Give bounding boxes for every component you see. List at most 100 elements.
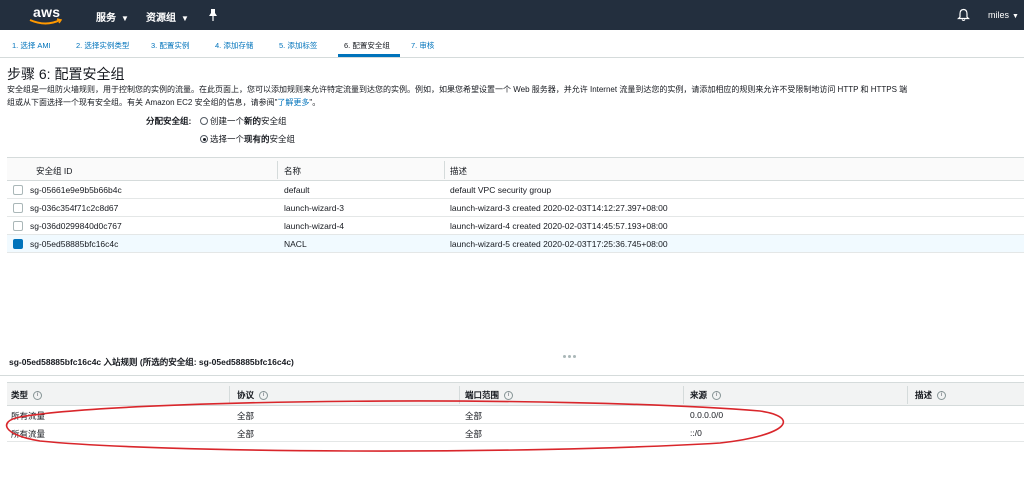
inbound-rules-title: sg-05ed58885bfc16c4c 入站规则 (所选的安全组: sg-05… <box>9 357 294 367</box>
option-create-pre: 创建一个 <box>210 116 245 126</box>
rule-type-cell: 所有流量 <box>11 411 46 421</box>
bell-icon[interactable] <box>957 8 970 22</box>
radio-create-new[interactable]: 创建一个 新的 安全组 <box>200 115 287 127</box>
table-header: 安全组 ID 名称 描述 <box>7 157 1024 181</box>
wizard-steps: 1. 选择 AMI 2. 选择实例类型 3. 配置实例 4. 添加存储 5. 添… <box>0 30 1024 58</box>
step-instance-type[interactable]: 2. 选择实例类型 <box>76 40 129 51</box>
step-add-storage[interactable]: 4. 添加存储 <box>215 40 253 51</box>
page-title: 步骤 6: 配置安全组 <box>7 66 125 82</box>
sg-id-cell: sg-05ed58885bfc16c4c <box>30 239 119 249</box>
sg-desc-cell: default VPC security group <box>450 185 552 195</box>
column-header-type: 类型 i <box>11 389 43 401</box>
sg-id-cell: sg-036c354f71c2c8d67 <box>30 203 119 213</box>
sg-name-cell: launch-wizard-3 <box>284 203 344 213</box>
step-choose-ami[interactable]: 1. 选择 AMI <box>12 40 51 51</box>
row-checkbox[interactable] <box>13 203 23 213</box>
rule-source-cell: 0.0.0.0/0 <box>690 410 724 420</box>
security-group-table: 安全组 ID 名称 描述 sg-05661e9e9b5b66b4c defaul… <box>7 157 1024 253</box>
table-header: 类型 i 协议 i 端口范围 i 来源 i 描述 i <box>7 382 1024 406</box>
table-row[interactable]: sg-036c354f71c2c8d67 launch-wizard-3 lau… <box>7 199 1024 217</box>
column-divider <box>229 386 230 404</box>
column-divider <box>683 386 684 404</box>
intro-line-1: 安全组是一组防火墙规则，用于控制您的实例的流量。在此页面上，您可以添加规则来允许… <box>7 85 908 94</box>
info-icon[interactable]: i <box>712 390 722 400</box>
step-security-group[interactable]: 6. 配置安全组 <box>344 40 390 51</box>
resource-groups-menu[interactable]: 资源组 ▼ <box>146 9 189 24</box>
info-icon[interactable]: i <box>33 390 43 400</box>
rule-type-cell: 所有流量 <box>11 429 46 439</box>
pin-icon[interactable] <box>207 8 219 22</box>
rule-protocol-cell: 全部 <box>237 411 255 421</box>
radio-button-checked[interactable] <box>200 135 208 143</box>
row-checkbox-checked[interactable] <box>13 239 23 249</box>
option-create-bold: 新的 <box>244 116 262 126</box>
user-menu[interactable]: miles ▼ <box>988 10 1019 20</box>
header-type-label: 类型 <box>11 390 29 400</box>
chevron-down-icon: ▼ <box>121 14 129 23</box>
rule-port-cell: 全部 <box>465 429 483 439</box>
info-icon[interactable]: i <box>937 390 947 400</box>
chevron-down-icon: ▼ <box>181 14 189 23</box>
step-add-tags[interactable]: 5. 添加标签 <box>279 40 317 51</box>
header-source-label: 来源 <box>690 390 708 400</box>
header-desc-label: 描述 <box>915 390 933 400</box>
sg-id-cell: sg-05661e9e9b5b66b4c <box>30 185 122 195</box>
info-icon[interactable]: i <box>504 390 514 400</box>
column-header-port-range: 端口范围 i <box>465 389 514 401</box>
chevron-down-icon: ▼ <box>1012 13 1019 20</box>
step-configure-instance[interactable]: 3. 配置实例 <box>151 40 189 51</box>
radio-select-existing[interactable]: 选择一个 现有的 安全组 <box>200 133 295 145</box>
option-select-post: 安全组 <box>269 134 296 144</box>
header-port-label: 端口范围 <box>465 390 500 400</box>
column-divider <box>459 386 460 404</box>
services-menu[interactable]: 服务 ▼ <box>96 9 129 24</box>
sg-desc-cell: launch-wizard-3 created 2020-02-03T14:12… <box>450 203 668 213</box>
column-header-description: 描述 i <box>915 389 947 401</box>
table-row[interactable]: sg-05661e9e9b5b66b4c default default VPC… <box>7 181 1024 199</box>
column-header-sg-id[interactable]: 安全组 ID <box>36 165 72 177</box>
table-row-selected[interactable]: sg-05ed58885bfc16c4c NACL launch-wizard-… <box>7 235 1024 253</box>
active-step-indicator <box>338 54 400 57</box>
sg-name-cell: launch-wizard-4 <box>284 221 344 231</box>
rule-protocol-cell: 全部 <box>237 429 255 439</box>
intro-line-2-prefix: 组或从下面选择一个现有安全组。有关 Amazon EC2 安全组的信息，请参阅" <box>7 98 278 107</box>
header-protocol-label: 协议 <box>237 390 255 400</box>
user-name: miles <box>988 10 1010 20</box>
table-row: 所有流量 全部 全部 ::/0 <box>7 424 1024 442</box>
column-header-protocol: 协议 i <box>237 389 269 401</box>
option-create-post: 安全组 <box>261 116 287 126</box>
sg-name-cell: NACL <box>284 239 307 249</box>
resource-groups-label: 资源组 <box>146 13 176 24</box>
services-label: 服务 <box>96 13 116 24</box>
column-divider <box>907 386 908 404</box>
divider <box>0 375 1024 376</box>
sg-desc-cell: launch-wizard-5 created 2020-02-03T17:25… <box>450 239 668 249</box>
option-select-bold: 现有的 <box>244 134 270 144</box>
smile-arrow-icon <box>29 18 63 25</box>
rule-port-cell: 全部 <box>465 411 483 421</box>
assign-security-group-label: 分配安全组: <box>146 116 192 126</box>
table-row: 所有流量 全部 全部 0.0.0.0/0 <box>7 406 1024 424</box>
column-divider <box>277 161 278 179</box>
intro-line-2-suffix: "。 <box>309 98 321 107</box>
column-header-name[interactable]: 名称 <box>284 165 301 177</box>
step-review[interactable]: 7. 审核 <box>411 40 434 51</box>
column-header-source: 来源 i <box>690 389 722 401</box>
learn-more-link[interactable]: 了解更多 <box>277 98 309 107</box>
panel-resize-handle[interactable] <box>563 350 579 358</box>
column-divider <box>444 161 445 179</box>
option-select-pre: 选择一个 <box>210 134 245 144</box>
radio-button[interactable] <box>200 117 208 125</box>
row-checkbox[interactable] <box>13 185 23 195</box>
intro-line-2: 组或从下面选择一个现有安全组。有关 Amazon EC2 安全组的信息，请参阅"… <box>7 96 1024 109</box>
info-icon[interactable]: i <box>259 390 269 400</box>
rule-source-cell: ::/0 <box>690 428 702 438</box>
sg-id-cell: sg-036d0299840d0c767 <box>30 221 122 231</box>
column-header-description[interactable]: 描述 <box>450 165 467 177</box>
top-navigation-bar: aws 服务 ▼ 资源组 ▼ miles ▼ <box>0 0 1024 30</box>
inbound-rules-table: 类型 i 协议 i 端口范围 i 来源 i 描述 i 所有流量 全部 全部 0.0.0.0… <box>7 382 1024 442</box>
row-checkbox[interactable] <box>13 221 23 231</box>
sg-desc-cell: launch-wizard-4 created 2020-02-03T14:45… <box>450 221 668 231</box>
aws-logo[interactable]: aws <box>27 3 67 27</box>
table-row[interactable]: sg-036d0299840d0c767 launch-wizard-4 lau… <box>7 217 1024 235</box>
